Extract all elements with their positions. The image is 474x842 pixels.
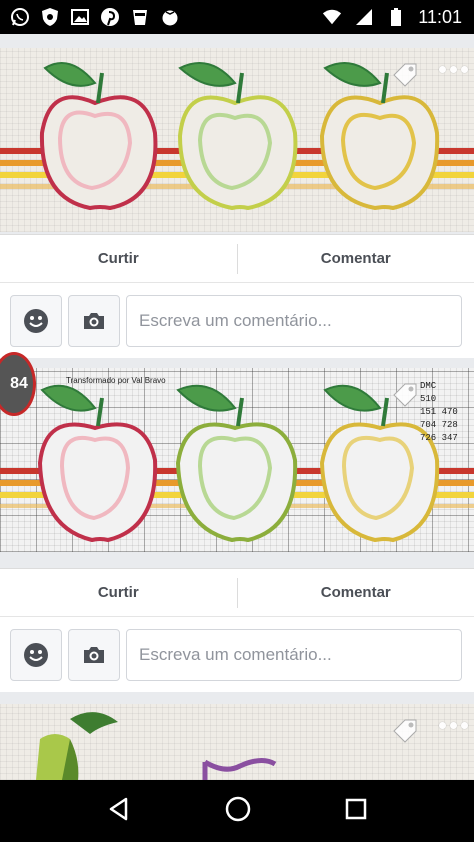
color-legend: DMC 510 151 470 704 728 726 347: [420, 380, 460, 445]
smiley-icon: [24, 643, 48, 667]
comment-bar: [0, 282, 474, 358]
signal-icon: [354, 7, 374, 27]
photo-button[interactable]: [68, 295, 120, 347]
emoji-button[interactable]: [10, 295, 62, 347]
wifi-icon: [322, 7, 342, 27]
apple-green: [175, 384, 298, 543]
like-button[interactable]: Curtir: [0, 235, 237, 283]
clock: 11:01: [418, 6, 462, 27]
chart-credit: Transformado por Val Bravo: [66, 376, 166, 385]
shield-icon: [40, 7, 60, 27]
apple-red: [39, 62, 158, 211]
home-icon[interactable]: [224, 795, 252, 828]
legend-row: 726 347: [420, 433, 458, 443]
more-options-icon[interactable]: [439, 722, 468, 729]
comment-input[interactable]: [126, 295, 462, 347]
like-button[interactable]: Curtir: [0, 569, 237, 617]
more-options-icon[interactable]: [439, 66, 468, 73]
action-bar: Curtir Comentar: [0, 234, 474, 282]
camera-icon: [84, 647, 104, 663]
cup-icon: [130, 7, 150, 27]
post-image[interactable]: [0, 48, 474, 232]
camera-icon: [84, 313, 104, 329]
recents-icon[interactable]: [344, 797, 368, 826]
emoji-button[interactable]: [10, 629, 62, 681]
back-icon[interactable]: [106, 796, 132, 827]
tag-icon[interactable]: [392, 382, 418, 413]
status-bar: 11:01: [0, 0, 474, 34]
photo-button[interactable]: [68, 629, 120, 681]
legend-title: DMC: [420, 381, 437, 391]
tag-icon[interactable]: [392, 718, 418, 749]
tag-icon[interactable]: [392, 62, 418, 93]
pinterest-icon: [100, 7, 120, 27]
apple-yellow: [319, 62, 440, 211]
apple-green: [177, 62, 298, 211]
whatsapp-icon: [10, 7, 30, 27]
legend-row: 510: [420, 394, 437, 404]
post-image[interactable]: Transformado por Val Bravo DMC 510 151 4…: [0, 368, 474, 552]
image-icon: [70, 7, 90, 27]
feed[interactable]: Curtir Comentar Escreva um comentário...…: [0, 34, 474, 780]
legend-row: 704 728: [420, 420, 458, 430]
comment-button[interactable]: Comentar: [238, 569, 474, 617]
smiley-icon: [24, 309, 48, 333]
navigation-bar: [0, 780, 474, 842]
comment-button[interactable]: Comentar: [238, 235, 474, 283]
comment-bar: [0, 616, 474, 692]
legend-row: 151 470: [420, 407, 458, 417]
battery-icon: [386, 7, 406, 27]
comment-input[interactable]: [126, 629, 462, 681]
apple-red: [37, 384, 158, 543]
tomato-icon: [160, 7, 180, 27]
action-bar: Curtir Comentar: [0, 568, 474, 616]
post-image[interactable]: [0, 704, 474, 780]
